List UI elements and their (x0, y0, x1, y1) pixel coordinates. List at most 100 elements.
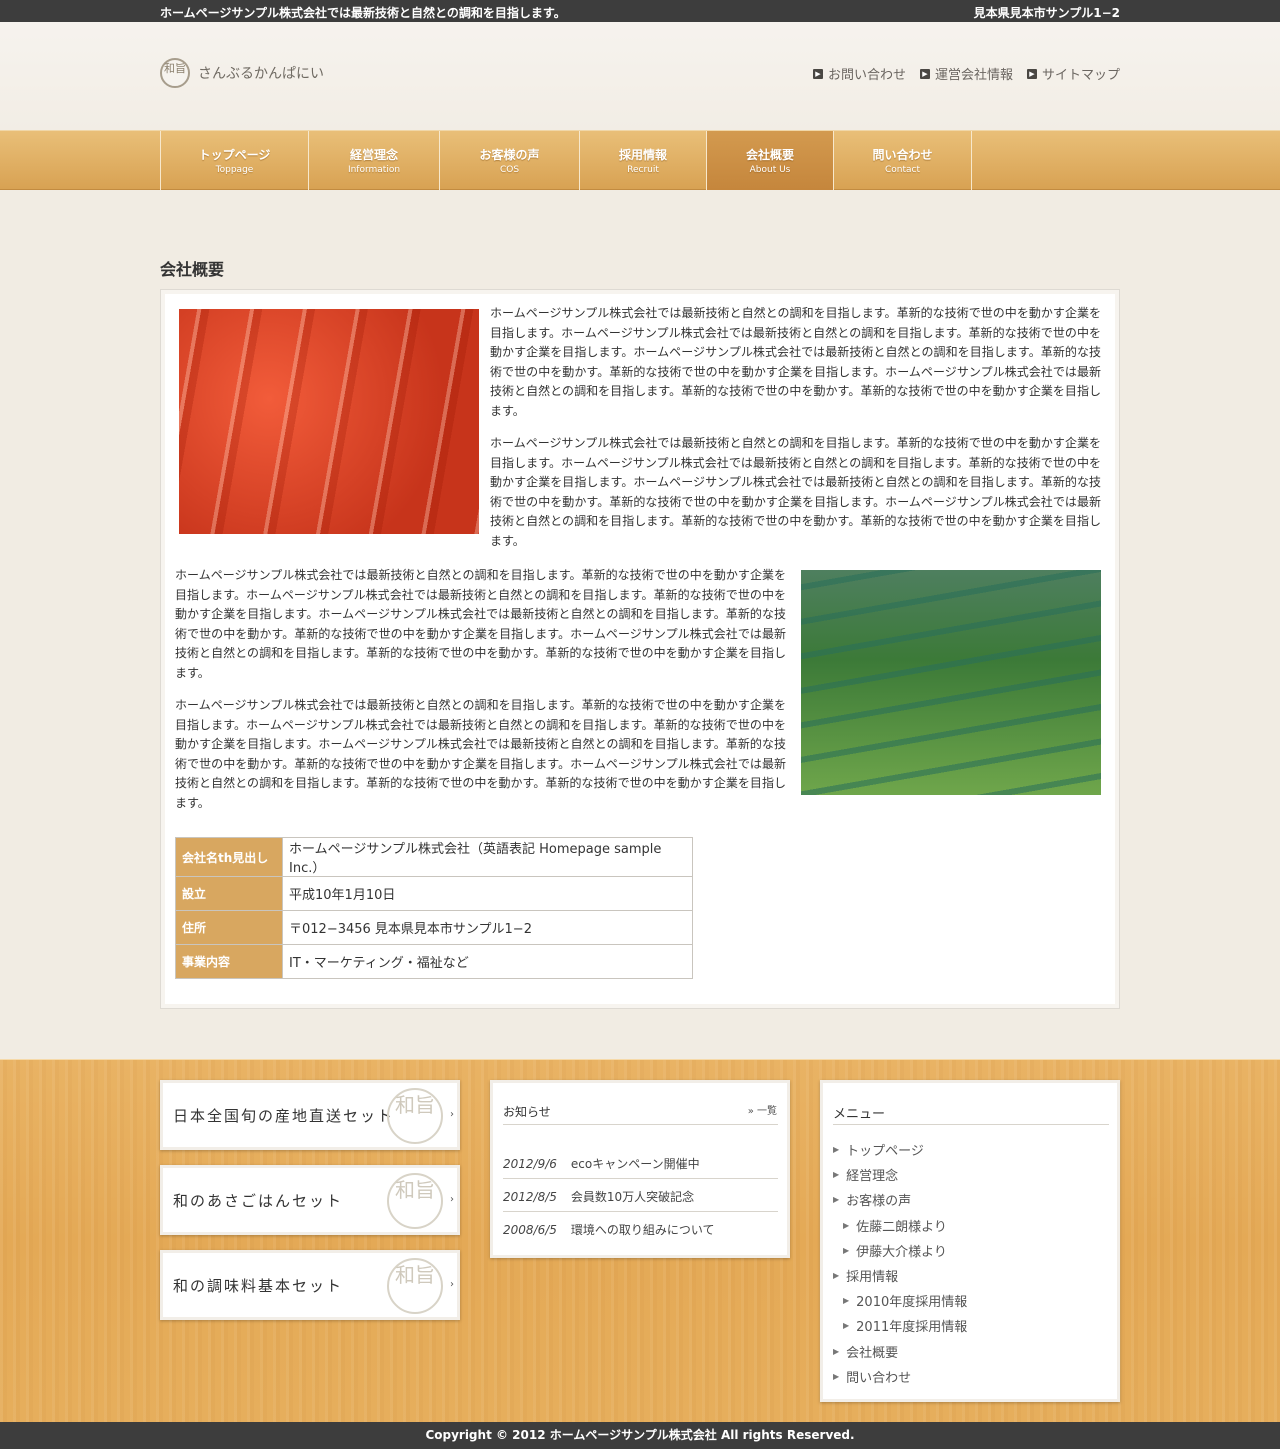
nav-item-recruit[interactable]: 採用情報 Recruit (580, 131, 707, 190)
mentaiko-photo (179, 309, 479, 534)
divider (503, 1211, 778, 1212)
news-date: 2012/8/5 (503, 1190, 557, 1204)
banner-label: 日本全国旬の産地直送セット (173, 1107, 395, 1125)
news-text: 会員数10万人突破記念 (570, 1190, 695, 1204)
copyright-bar: Copyright © 2012 ホームページサンプル株式会社 All righ… (0, 1422, 1280, 1449)
menu-item-recruit-2010[interactable]: ▶ 2010年度採用情報 (843, 1291, 967, 1310)
chevron-right-icon: ▶ (833, 1271, 840, 1280)
table-row: 設立 平成10年1月10日 (175, 876, 693, 911)
menu-item-label: 問い合わせ (846, 1371, 912, 1386)
content-paragraph: ホームページサンプル株式会社では最新技術と自然との調和を目指します。革新的な技術… (490, 306, 1101, 418)
menu-item-recruit[interactable]: ▶ 採用情報 (833, 1266, 898, 1285)
header-link-label: 運営会社情報 (934, 68, 1013, 83)
menu-item-toppage[interactable]: ▶ トップページ (833, 1140, 924, 1159)
site-logo[interactable]: 和旨 さんぶるかんぱにい (160, 58, 324, 88)
site-tagline: ホームページサンプル株式会社では最新技術と自然との調和を目指します。 (160, 6, 566, 20)
divider (833, 1124, 1109, 1125)
news-text: ecoキャンペーン開催中 (570, 1157, 700, 1171)
news-more-label: 一覧 (757, 1106, 777, 1117)
chevron-right-icon: ▶ (833, 1170, 840, 1179)
header-links: ▶ お問い合わせ ▶ 運営会社情報 ▶ サイトマップ (812, 64, 1120, 83)
news-date: 2008/6/5 (503, 1223, 557, 1237)
table-cell: IT・マーケティング・福祉など (282, 944, 693, 979)
table-cell: ホームページサンプル株式会社（英語表記 Homepage sample Inc.… (282, 837, 693, 877)
news-box: お知らせ » 一覧 2012/9/6 ecoキャンペーン開催中 2012/8/5 会… (490, 1080, 790, 1258)
menu-item-about[interactable]: ▶ 会社概要 (833, 1342, 898, 1361)
news-date: 2012/9/6 (503, 1157, 557, 1171)
nav-item-contact[interactable]: 問い合わせ Contact (834, 131, 972, 190)
banner-label: 和のあさごはんセット (173, 1192, 344, 1210)
nav-sublabel: Information (347, 165, 401, 175)
nav-sublabel: Contact (884, 165, 920, 175)
chevron-right-icon: › (450, 1194, 454, 1205)
news-title: お知らせ (503, 1105, 551, 1119)
nav-item-about-us[interactable]: 会社概要 About Us (707, 131, 834, 190)
content-paragraph: ホームページサンプル株式会社では最新技術と自然との調和を目指します。革新的な技術… (490, 436, 1101, 548)
chevron-right-icon: ▶ (843, 1321, 850, 1330)
content-paragraph: ホームページサンプル株式会社では最新技術と自然との調和を目指します。革新的な技術… (175, 568, 786, 680)
menu-item-voice[interactable]: ▶ お客様の声 (833, 1190, 911, 1209)
nav-label: トップページ (198, 148, 271, 162)
arrow-right-icon: ▶ (919, 68, 930, 79)
header-link-company[interactable]: ▶ 運営会社情報 (919, 64, 1013, 83)
header-link-sitemap[interactable]: ▶ サイトマップ (1026, 64, 1120, 83)
menu-item-label: 2011年度採用情報 (856, 1320, 968, 1335)
site-header: 和旨 さんぶるかんぱにい ▶ お問い合わせ ▶ 運営会社情報 ▶ サイトマップ (0, 22, 1280, 130)
menu-title: メニュー (833, 1107, 886, 1122)
seal-icon: 和旨 (387, 1088, 443, 1144)
menu-item-label: 伊藤大介様より (856, 1245, 947, 1260)
logo-seal-icon: 和旨 (160, 58, 190, 88)
nav-item-toppage[interactable]: トップページ Toppage (161, 131, 309, 190)
nav-sublabel: About Us (749, 165, 791, 175)
nav-label: お客様の声 (479, 148, 540, 162)
chevron-right-icon: » (747, 1106, 757, 1117)
news-item[interactable]: 2012/8/5 会員数10万人突破記念 (503, 1188, 694, 1205)
nav-label: 問い合わせ (872, 148, 933, 162)
menu-item-label: お客様の声 (846, 1194, 912, 1209)
footer-menu: メニュー ▶ トップページ ▶ 経営理念 ▶ お客様の声 ▶ 佐藤二朗様より ▶ 伊藤大介… (820, 1080, 1120, 1402)
table-row: 事業内容 IT・マーケティング・福祉など (175, 944, 693, 979)
menu-item-recruit-2011[interactable]: ▶ 2011年度採用情報 (843, 1316, 967, 1335)
news-more-link[interactable]: » 一覧 (748, 1102, 777, 1117)
news-item[interactable]: 2008/6/5 環境への取り組みについて (503, 1221, 715, 1238)
menu-item-sato[interactable]: ▶ 佐藤二朗様より (843, 1216, 947, 1235)
chevron-right-icon: › (450, 1109, 454, 1120)
banner-seasoning-set[interactable]: 和の調味料基本セット 和旨 › (160, 1250, 460, 1320)
menu-item-label: トップページ (846, 1144, 924, 1159)
chevron-right-icon: ▶ (843, 1221, 850, 1230)
nav-label: 採用情報 (618, 148, 667, 162)
table-cell: 〒012−3456 見本県見本市サンプル1−2 (282, 910, 693, 945)
table-header-cell: 事業内容 (175, 944, 283, 979)
menu-item-label: 2010年度採用情報 (856, 1295, 968, 1310)
nav-label: 経営理念 (349, 148, 398, 162)
chevron-right-icon: ▶ (843, 1246, 850, 1255)
nav-item-cos[interactable]: お客様の声 COS (440, 131, 580, 190)
menu-item-ito[interactable]: ▶ 伊藤大介様より (843, 1241, 947, 1260)
header-link-label: サイトマップ (1041, 68, 1120, 83)
menu-item-label: 採用情報 (846, 1270, 899, 1285)
nav-label: 会社概要 (745, 148, 794, 162)
banner-regional-set[interactable]: 日本全国旬の産地直送セット 和旨 › (160, 1080, 460, 1150)
logo-text: さんぶるかんぱにい (198, 66, 324, 82)
vegetable-field-photo (801, 570, 1101, 795)
table-header-cell: 設立 (175, 876, 283, 911)
nav-sublabel: COS (499, 165, 520, 175)
top-bar: ホームページサンプル株式会社では最新技術と自然との調和を目指します。 見本県見本… (0, 0, 1280, 22)
menu-item-philosophy[interactable]: ▶ 経営理念 (833, 1165, 898, 1184)
banner-breakfast-set[interactable]: 和のあさごはんセット 和旨 › (160, 1165, 460, 1235)
nav-item-information[interactable]: 経営理念 Information (309, 131, 440, 190)
divider (503, 1178, 778, 1179)
table-row: 会社名th見出し ホームページサンプル株式会社（英語表記 Homepage sa… (175, 837, 693, 877)
news-item[interactable]: 2012/9/6 ecoキャンペーン開催中 (503, 1155, 700, 1172)
table-cell: 平成10年1月10日 (282, 876, 693, 911)
header-link-contact[interactable]: ▶ お問い合わせ (812, 64, 906, 83)
news-text: 環境への取り組みについて (570, 1223, 715, 1237)
header-address: 見本県見本市サンプル1−2 (973, 6, 1120, 20)
menu-item-contact[interactable]: ▶ 問い合わせ (833, 1367, 911, 1386)
seal-icon: 和旨 (387, 1258, 443, 1314)
page-title: 会社概要 (160, 260, 225, 279)
divider (503, 1124, 778, 1125)
content-paragraph: ホームページサンプル株式会社では最新技術と自然との調和を目指します。革新的な技術… (175, 698, 786, 810)
seal-icon: 和旨 (387, 1173, 443, 1229)
arrow-right-icon: ▶ (812, 68, 823, 79)
